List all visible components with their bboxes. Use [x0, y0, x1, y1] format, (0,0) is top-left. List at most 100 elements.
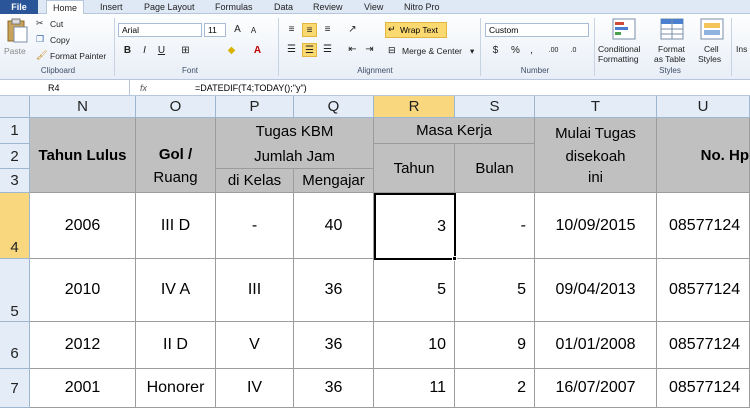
- select-all-corner[interactable]: [0, 96, 30, 118]
- cell-q6[interactable]: 36: [294, 322, 374, 369]
- cell-t5[interactable]: 09/04/2013: [535, 259, 657, 322]
- borders-icon[interactable]: ⊞: [178, 44, 193, 58]
- cell-t4[interactable]: 10/09/2015: [535, 193, 657, 259]
- tab-data[interactable]: Data: [274, 0, 293, 14]
- column-header-u[interactable]: U: [657, 96, 750, 118]
- shrink-font-icon[interactable]: A: [246, 24, 261, 38]
- increase-decimal-icon[interactable]: .00: [546, 44, 561, 58]
- cell-n5[interactable]: 2010: [30, 259, 136, 322]
- row-header-5[interactable]: 5: [0, 259, 30, 322]
- cell-q7[interactable]: 36: [294, 369, 374, 408]
- currency-icon[interactable]: $: [488, 44, 503, 58]
- align-top-icon[interactable]: ≡: [284, 23, 299, 37]
- column-header-q[interactable]: Q: [294, 96, 374, 118]
- paste-button[interactable]: Paste: [4, 18, 30, 62]
- header-tahun-lulus[interactable]: Tahun Lulus: [30, 118, 136, 193]
- row-header-2[interactable]: 2: [0, 144, 30, 169]
- cell-s4[interactable]: -: [456, 193, 535, 259]
- row-header-1[interactable]: 1: [0, 118, 30, 144]
- merge-dropdown-icon[interactable]: ▾: [470, 46, 474, 57]
- align-left-icon[interactable]: ☰: [284, 43, 299, 57]
- row-header-7[interactable]: 7: [0, 369, 30, 408]
- cell-s5[interactable]: 5: [455, 259, 535, 322]
- name-box[interactable]: R4: [0, 80, 130, 96]
- merge-center-button[interactable]: Merge & Center: [402, 46, 462, 56]
- cut-button[interactable]: Cut: [50, 19, 63, 29]
- tab-page-layout[interactable]: Page Layout: [144, 0, 195, 14]
- cell-t6[interactable]: 01/01/2008: [535, 322, 657, 369]
- format-as-table-icon[interactable]: [660, 18, 684, 40]
- decrease-decimal-icon[interactable]: .0: [566, 44, 581, 58]
- number-format-box[interactable]: Custom: [485, 23, 589, 37]
- conditional-formatting-icon[interactable]: [612, 18, 636, 40]
- header-mengajar[interactable]: Mengajar: [294, 169, 374, 193]
- header-gol-ruang[interactable]: Gol / Ruang: [136, 118, 216, 193]
- cell-t7[interactable]: 16/07/2007: [535, 369, 657, 408]
- column-header-o[interactable]: O: [136, 96, 216, 118]
- cell-r4[interactable]: 3: [374, 193, 456, 260]
- cell-n4[interactable]: 2006: [30, 193, 136, 259]
- header-no-hp[interactable]: No. Hp: [657, 118, 750, 193]
- comma-icon[interactable]: ,: [524, 44, 539, 58]
- cell-u4[interactable]: 08577124: [657, 193, 750, 259]
- cell-r5[interactable]: 5: [374, 259, 455, 322]
- copy-button[interactable]: Copy: [50, 35, 70, 45]
- cell-p5[interactable]: III: [216, 259, 294, 322]
- font-name-box[interactable]: Arial: [118, 23, 202, 37]
- bold-button[interactable]: B: [120, 44, 135, 58]
- cell-r7[interactable]: 11: [374, 369, 455, 408]
- tab-file[interactable]: File: [0, 0, 38, 14]
- column-header-n[interactable]: N: [30, 96, 136, 118]
- column-header-t[interactable]: T: [535, 96, 657, 118]
- row-header-4[interactable]: 4: [0, 193, 30, 259]
- header-jumlah-jam[interactable]: Jumlah Jam: [216, 144, 374, 169]
- cell-o6[interactable]: II D: [136, 322, 216, 369]
- fx-icon[interactable]: fx: [140, 80, 147, 96]
- cell-o7[interactable]: Honorer: [136, 369, 216, 408]
- format-painter-button[interactable]: Format Painter: [50, 51, 106, 61]
- row-header-6[interactable]: 6: [0, 322, 30, 369]
- row-header-3[interactable]: 3: [0, 169, 30, 193]
- header-di-kelas[interactable]: di Kelas: [216, 169, 294, 193]
- cell-styles-icon[interactable]: [700, 18, 724, 40]
- underline-button[interactable]: U: [154, 44, 169, 58]
- cell-o4[interactable]: III D: [136, 193, 216, 259]
- insert-cells-button[interactable]: Ins: [736, 44, 747, 54]
- header-masa-kerja[interactable]: Masa Kerja: [374, 118, 535, 144]
- orientation-icon[interactable]: ↗: [345, 23, 360, 37]
- align-bottom-icon[interactable]: ≡: [320, 23, 335, 37]
- fill-color-icon[interactable]: ◆: [224, 44, 239, 58]
- percent-icon[interactable]: %: [508, 44, 523, 58]
- cell-s6[interactable]: 9: [455, 322, 535, 369]
- tab-insert[interactable]: Insert: [100, 0, 123, 14]
- cell-p6[interactable]: V: [216, 322, 294, 369]
- cell-u5[interactable]: 08577124: [657, 259, 750, 322]
- cell-o5[interactable]: IV A: [136, 259, 216, 322]
- fill-handle[interactable]: [452, 256, 457, 261]
- column-header-s[interactable]: S: [455, 96, 535, 118]
- align-middle-icon[interactable]: ≡: [302, 23, 317, 37]
- decrease-indent-icon[interactable]: ⇤: [345, 43, 360, 57]
- tab-formulas[interactable]: Formulas: [215, 0, 253, 14]
- font-color-icon[interactable]: A: [250, 44, 265, 58]
- italic-button[interactable]: I: [137, 44, 152, 58]
- wrap-text-button[interactable]: ↵ Wrap Text: [385, 22, 447, 38]
- align-right-icon[interactable]: ☰: [320, 43, 335, 57]
- cell-u7[interactable]: 08577124: [657, 369, 750, 408]
- font-size-box[interactable]: 11: [204, 23, 226, 37]
- grow-font-icon[interactable]: A: [230, 23, 245, 37]
- header-tahun[interactable]: Tahun: [374, 144, 455, 193]
- cell-q5[interactable]: 36: [294, 259, 374, 322]
- cell-p4[interactable]: -: [216, 193, 294, 259]
- cell-n6[interactable]: 2012: [30, 322, 136, 369]
- cell-r6[interactable]: 10: [374, 322, 455, 369]
- cell-p7[interactable]: IV: [216, 369, 294, 408]
- tab-review[interactable]: Review: [313, 0, 343, 14]
- column-header-r[interactable]: R: [374, 96, 455, 118]
- increase-indent-icon[interactable]: ⇥: [362, 43, 377, 57]
- header-tugas-kbm[interactable]: Tugas KBM: [216, 118, 374, 144]
- cell-n7[interactable]: 2001: [30, 369, 136, 408]
- align-center-icon[interactable]: ☰: [302, 43, 317, 57]
- cell-q4[interactable]: 40: [294, 193, 374, 259]
- tab-nitro-pro[interactable]: Nitro Pro: [404, 0, 440, 14]
